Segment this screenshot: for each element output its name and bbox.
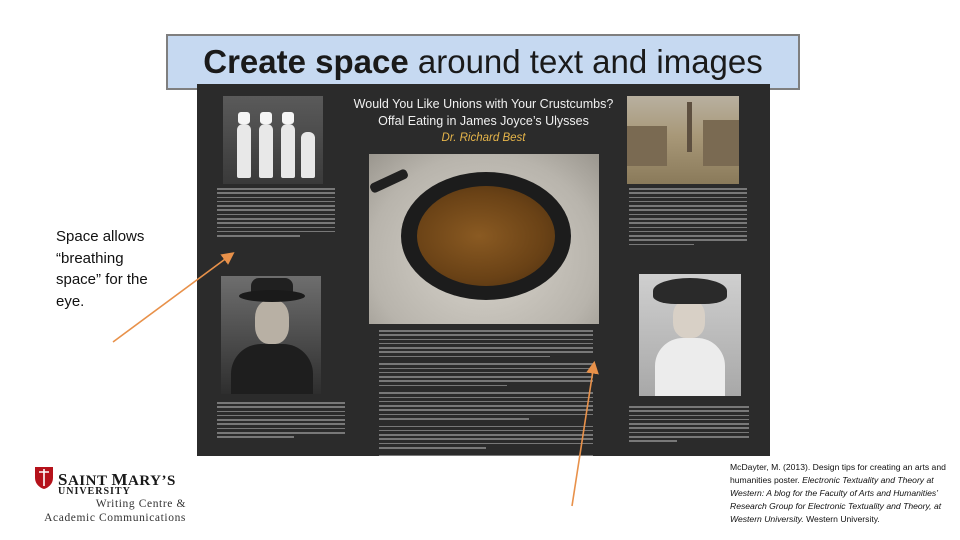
poster-title-line2: Offal Eating in James Joyce’s Ulysses — [378, 114, 589, 128]
slide-title: Create space around text and images — [166, 34, 800, 90]
breathing-space-note: Space allows “breathing space” for the e… — [56, 228, 148, 310]
chefs-photo — [223, 96, 323, 184]
example-poster: Would You Like Unions with Your Crustcum… — [197, 84, 770, 456]
slide-title-rest: around text and images — [408, 43, 763, 80]
logo-writing-centre: Writing Centre & — [95, 498, 186, 510]
poster-text-block-left-bottom — [217, 402, 345, 441]
logo-university-word: UNIVERSITY — [58, 486, 131, 497]
woman-portrait-photo — [639, 274, 741, 396]
university-crest-icon — [35, 467, 53, 489]
poster-author: Dr. Richard Best — [441, 132, 526, 144]
poster-text-block-left-top — [217, 188, 335, 239]
poster-heading: Would You Like Unions with Your Crustcum… — [327, 96, 640, 147]
saint-marys-logo: SAINT MARY’S UNIVERSITY Writing Centre &… — [16, 466, 186, 526]
logo-academic-communications: Academic Communications — [44, 512, 186, 524]
citation-publisher: Western University. — [803, 513, 880, 524]
slide-title-bold: Create space — [203, 43, 409, 80]
citation: McDayter, M. (2013). Design tips for cre… — [730, 461, 952, 526]
poster-text-block-right-top — [629, 188, 747, 248]
poster-text-block-center — [379, 330, 593, 456]
poster-text-block-right-bottom — [629, 406, 749, 445]
james-joyce-photo — [221, 276, 321, 394]
poster-title-line1: Would You Like Unions with Your Crustcum… — [353, 97, 614, 111]
street-photo — [627, 96, 739, 184]
frying-pan-photo — [369, 154, 599, 324]
